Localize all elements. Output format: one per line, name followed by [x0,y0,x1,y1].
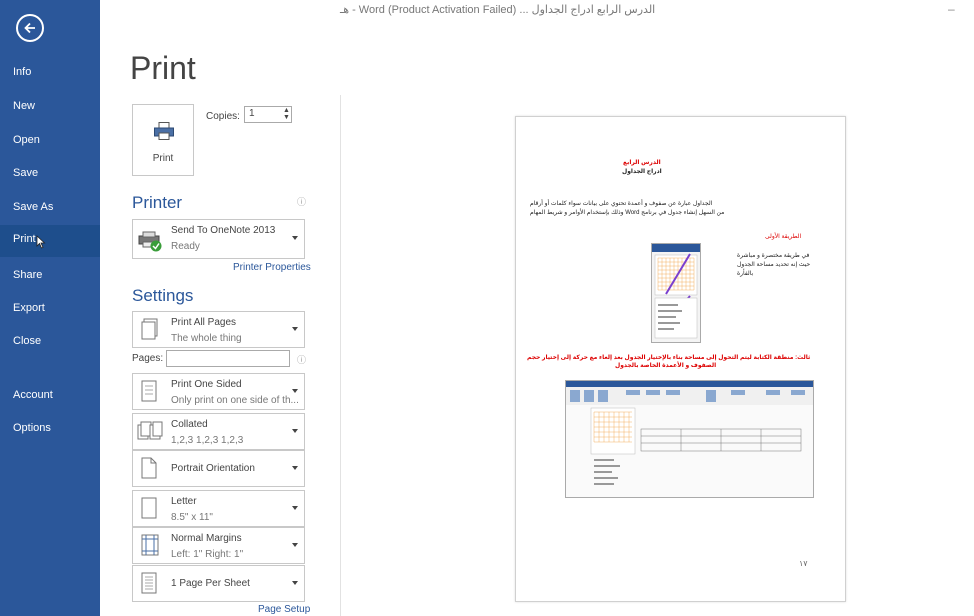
one-sided-icon [141,380,157,402]
pages-label: Pages: [132,353,164,364]
printer-device-icon [138,231,162,252]
backstage-sidebar: Info New Open Save Save As Print Share E… [0,0,100,616]
paper-size-dropdown[interactable]: Letter 8.5" x 11" [132,490,305,527]
nav-close[interactable]: Close [0,327,100,357]
page-title: Print [130,50,196,86]
printer-heading: Printer [132,193,183,212]
pages-info-icon[interactable]: ⓘ [297,353,306,366]
spin-up-icon[interactable]: ▲ [283,107,290,114]
margins-icon [141,534,159,556]
page-per-sheet-icon [141,572,157,594]
printer-dropdown[interactable]: Send To OneNote 2013 Ready [132,219,305,259]
chevron-down-icon [292,428,298,433]
preview-screenshot-insert-table [651,243,701,343]
nav-new[interactable]: New [0,92,100,122]
paper-size-icon [141,497,157,519]
preview-method-line: في طريقة مختصرة و مباشرة [737,253,810,259]
page-setup-link[interactable]: Page Setup [258,604,310,615]
chevron-down-icon [292,505,298,510]
window-title: هـ - Word (Product Activation Failed) ..… [340,4,656,16]
portrait-icon [141,457,157,479]
copies-label: Copies: [206,111,240,122]
preview-method-line: بالفأرة [737,271,754,277]
nav-save[interactable]: Save [0,159,100,189]
preview-heading: ادراج الجداول [622,169,662,175]
back-arrow-icon[interactable] [16,14,44,42]
margins-dropdown[interactable]: Normal Margins Left: 1" Right: 1" [132,527,305,564]
preview-method-line: حيث إنه تحديد مساحة الجدول [737,262,811,268]
nav-account[interactable]: Account [0,381,100,411]
pages-input[interactable] [166,350,290,367]
preview-paragraph-line: الجداول عبارة عن صفوف و أعمدة تحتوي على … [530,201,713,207]
print-button[interactable]: Print [132,104,194,176]
preview-subheading: الطريقة الأولى [765,234,802,240]
setting-title: 1 Page Per Sheet [171,578,250,589]
chevron-down-icon [292,236,298,240]
sides-dropdown[interactable]: Print One Sided Only print on one side o… [132,373,305,410]
preview-page-number: ١٧ [799,559,808,568]
print-range-dropdown[interactable]: Print All Pages The whole thing [132,311,305,348]
pages-icon [141,318,158,340]
setting-title: Letter [171,496,197,507]
preview-paragraph-line: من السهل إنشاء جدول في برنامج Word وذلك … [530,210,725,216]
setting-title: Print One Sided [171,379,242,390]
chevron-down-icon [292,580,298,585]
setting-subtitle: Only print on one side of th... [171,395,299,406]
printer-name: Send To OneNote 2013 [171,225,276,236]
nav-print[interactable]: Print [0,225,100,257]
minimize-button[interactable]: ‒ [948,2,955,16]
orientation-dropdown[interactable]: Portrait Orientation [132,450,305,487]
setting-title: Print All Pages [171,317,237,328]
setting-subtitle: 1,2,3 1,2,3 1,2,3 [171,435,244,446]
chevron-down-icon [292,326,298,331]
title-bar: هـ - Word (Product Activation Failed) ..… [0,0,974,22]
spin-down-icon[interactable]: ▼ [283,114,290,121]
setting-title: Normal Margins [171,533,242,544]
print-button-label: Print [152,153,174,164]
chevron-down-icon [292,388,298,393]
printer-properties-link[interactable]: Printer Properties [233,262,311,273]
nav-export[interactable]: Export [0,294,100,324]
setting-title: Collated [171,419,208,430]
nav-save-as[interactable]: Save As [0,193,100,223]
preview-red-note-line: ثالث: منطقة الكتابة ليتم التحول إلى مساح… [527,355,811,361]
copies-spinner[interactable]: ▲ ▼ [283,107,290,121]
setting-subtitle: The whole thing [171,333,242,344]
setting-subtitle: Left: 1" Right: 1" [171,549,244,560]
chevron-down-icon [292,465,298,470]
preview-screenshot-word-table [565,380,814,498]
settings-heading: Settings [132,286,194,305]
mouse-cursor-icon [36,235,46,249]
pane-divider [340,95,341,616]
nav-open[interactable]: Open [0,126,100,156]
nav-info[interactable]: Info [0,58,100,88]
nav-options[interactable]: Options [0,414,100,444]
printer-info-icon[interactable]: ⓘ [297,195,306,208]
preview-red-note-line: الصفوف و الأعمدة الخاصة بالجدول [615,363,717,369]
nav-share[interactable]: Share [0,261,100,291]
setting-subtitle: 8.5" x 11" [171,512,213,523]
pages-per-sheet-dropdown[interactable]: 1 Page Per Sheet [132,565,305,602]
setting-title: Portrait Orientation [171,463,255,474]
preview-heading-red: الدرس الرابع [623,160,661,166]
collation-dropdown[interactable]: Collated 1,2,3 1,2,3 1,2,3 [132,413,305,450]
printer-status: Ready [171,241,200,252]
chevron-down-icon [292,542,298,547]
collated-icon [137,421,163,440]
printer-icon [154,122,174,140]
